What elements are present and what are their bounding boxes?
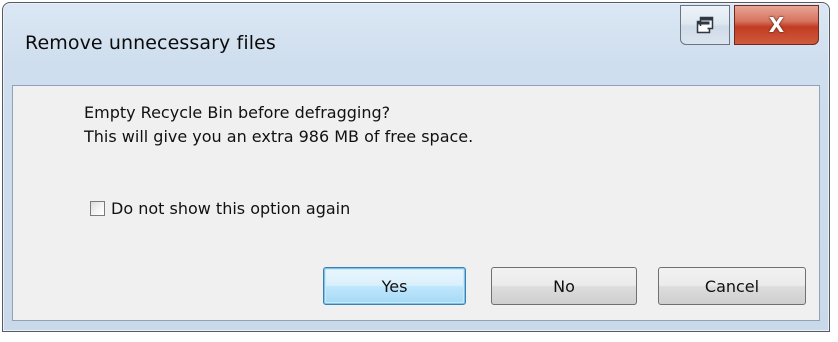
message-line-1: Empty Recycle Bin before defragging?	[84, 103, 391, 122]
no-button[interactable]: No	[491, 267, 637, 305]
restore-button[interactable]	[680, 5, 730, 45]
close-button[interactable]: X	[734, 5, 819, 45]
do-not-show-again-label: Do not show this option again	[111, 199, 351, 218]
cancel-button[interactable]: Cancel	[658, 267, 806, 305]
do-not-show-again-checkbox[interactable]	[90, 201, 105, 216]
title-bar: Remove unnecessary files X	[3, 3, 829, 85]
window-title: Remove unnecessary files	[25, 32, 276, 54]
dialog-content: Empty Recycle Bin before defragging? Thi…	[12, 85, 820, 321]
close-icon: X	[768, 13, 785, 37]
message-line-2: This will give you an extra 986 MB of fr…	[84, 127, 474, 146]
yes-button[interactable]: Yes	[323, 267, 466, 305]
do-not-show-again-option[interactable]: Do not show this option again	[90, 199, 350, 218]
restore-icon	[696, 16, 714, 34]
dialog-window: Remove unnecessary files X Empty Recycle…	[2, 2, 830, 332]
